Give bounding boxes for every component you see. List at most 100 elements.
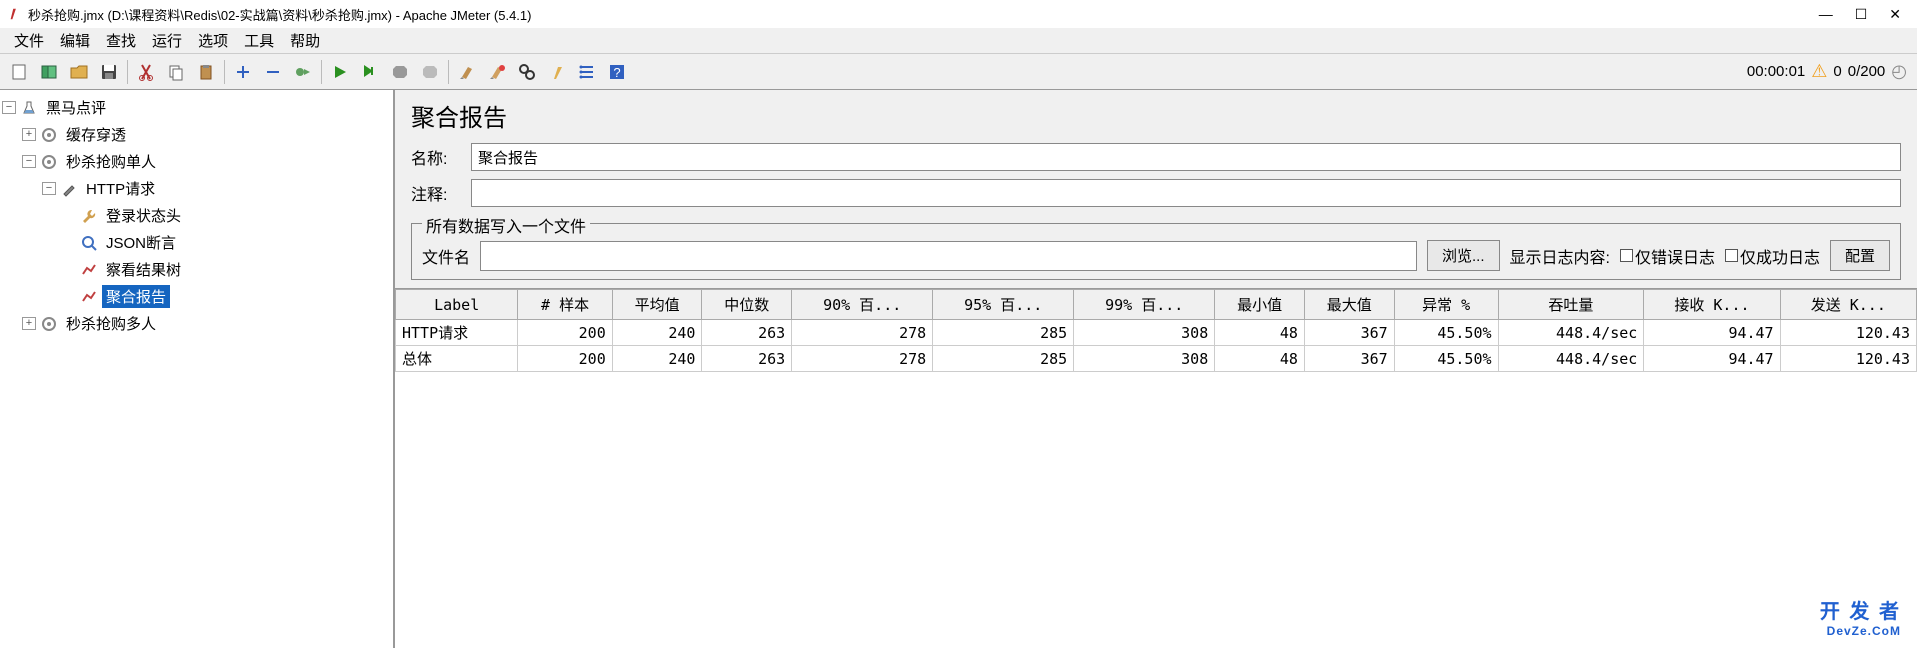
content-pane: 聚合报告 名称: 注释: 所有数据写入一个文件 文件名 浏览... 显示日志内容… — [395, 90, 1917, 648]
name-input[interactable] — [471, 143, 1901, 171]
gear-icon — [40, 315, 58, 333]
expand-toggle-icon[interactable]: + — [22, 128, 36, 141]
col-p90[interactable]: 90% 百... — [792, 290, 933, 320]
reset-search-icon[interactable] — [543, 58, 571, 86]
expand-toggle-icon[interactable]: + — [22, 317, 36, 330]
menu-tools[interactable]: 工具 — [236, 28, 282, 53]
menu-run[interactable]: 运行 — [144, 28, 190, 53]
tree-view-results[interactable]: 察看结果树 — [2, 256, 391, 283]
content-header: 聚合报告 名称: 注释: — [395, 90, 1917, 219]
table-cell: 285 — [933, 346, 1074, 372]
tree-http-req[interactable]: − HTTP请求 — [2, 175, 391, 202]
tree-aggregate-label: 聚合报告 — [102, 285, 170, 308]
clear-icon[interactable] — [453, 58, 481, 86]
col-p95[interactable]: 95% 百... — [933, 290, 1074, 320]
col-p99[interactable]: 99% 百... — [1074, 290, 1215, 320]
flask-icon — [20, 99, 38, 117]
menu-help[interactable]: 帮助 — [282, 28, 328, 53]
col-label[interactable]: Label — [396, 290, 518, 320]
templates-icon[interactable] — [35, 58, 63, 86]
gear-icon — [40, 153, 58, 171]
config-button[interactable]: 配置 — [1830, 240, 1890, 271]
comment-input[interactable] — [471, 179, 1901, 207]
gear-icon — [40, 126, 58, 144]
only-error-checkbox[interactable]: 仅错误日志 — [1620, 244, 1715, 268]
save-icon[interactable] — [95, 58, 123, 86]
table-row[interactable]: 总体2002402632782853084836745.50%448.4/sec… — [396, 346, 1917, 372]
table-cell: 278 — [792, 320, 933, 346]
clear-all-icon[interactable] — [483, 58, 511, 86]
tree-seckill-multi[interactable]: + 秒杀抢购多人 — [2, 310, 391, 337]
filename-label: 文件名 — [422, 244, 470, 268]
file-section: 所有数据写入一个文件 文件名 浏览... 显示日志内容: 仅错误日志 仅成功日志… — [411, 223, 1901, 280]
col-median[interactable]: 中位数 — [702, 290, 792, 320]
warning-icon[interactable]: ⚠ — [1811, 61, 1827, 82]
table-cell: 308 — [1074, 320, 1215, 346]
col-recv[interactable]: 接收 K... — [1644, 290, 1780, 320]
collapse-toggle-icon[interactable]: − — [2, 101, 16, 114]
table-cell: 94.47 — [1644, 320, 1780, 346]
menu-file[interactable]: 文件 — [6, 28, 52, 53]
toggle-icon[interactable] — [289, 58, 317, 86]
search-tool-icon[interactable] — [513, 58, 541, 86]
col-sent[interactable]: 发送 K... — [1780, 290, 1916, 320]
browse-button[interactable]: 浏览... — [1427, 240, 1500, 271]
tree-json-assert-label: JSON断言 — [102, 231, 180, 254]
tree-cache[interactable]: + 缓存穿透 — [2, 121, 391, 148]
tree-seckill-single[interactable]: − 秒杀抢购单人 — [2, 148, 391, 175]
stop-icon[interactable] — [386, 58, 414, 86]
col-avg[interactable]: 平均值 — [612, 290, 702, 320]
new-icon[interactable] — [5, 58, 33, 86]
tree-aggregate[interactable]: 聚合报告 — [2, 283, 391, 310]
filename-input[interactable] — [480, 241, 1417, 271]
collapse-toggle-icon[interactable]: − — [42, 182, 56, 195]
comment-label: 注释: — [411, 181, 471, 205]
only-success-checkbox[interactable]: 仅成功日志 — [1725, 244, 1820, 268]
col-throughput[interactable]: 吞吐量 — [1498, 290, 1644, 320]
col-min[interactable]: 最小值 — [1215, 290, 1305, 320]
shutdown-icon[interactable] — [416, 58, 444, 86]
tree-login-header[interactable]: 登录状态头 — [2, 202, 391, 229]
elapsed-time: 00:00:01 — [1747, 63, 1805, 80]
chart-icon — [80, 261, 98, 279]
menu-edit[interactable]: 编辑 — [52, 28, 98, 53]
start-no-pause-icon[interactable] — [356, 58, 384, 86]
paste-icon[interactable] — [192, 58, 220, 86]
menu-options[interactable]: 选项 — [190, 28, 236, 53]
table-cell: 263 — [702, 346, 792, 372]
test-plan-tree[interactable]: − 黑马点评 + 缓存穿透 − 秒杀抢购单人 − HTTP请求 登录状态头 JS — [0, 90, 395, 648]
checkbox-icon — [1620, 249, 1633, 262]
col-samples[interactable]: # 样本 — [518, 290, 612, 320]
cut-icon[interactable] — [132, 58, 160, 86]
tree-http-req-label: HTTP请求 — [82, 177, 159, 200]
table-cell: 308 — [1074, 346, 1215, 372]
collapse-toggle-icon[interactable]: − — [22, 155, 36, 168]
col-error[interactable]: 异常 % — [1394, 290, 1498, 320]
function-helper-icon[interactable] — [573, 58, 601, 86]
table-cell: 120.43 — [1780, 320, 1916, 346]
collapse-icon[interactable] — [259, 58, 287, 86]
titlebar: 秒杀抢购.jmx (D:\课程资料\Redis\02-实战篇\资料\秒杀抢购.j… — [0, 0, 1917, 28]
help-tool-icon[interactable]: ? — [603, 58, 631, 86]
tree-root[interactable]: − 黑马点评 — [2, 94, 391, 121]
table-cell: 448.4/sec — [1498, 346, 1644, 372]
table-cell: 94.47 — [1644, 346, 1780, 372]
open-icon[interactable] — [65, 58, 93, 86]
close-button[interactable]: ✕ — [1889, 6, 1901, 23]
panel-title: 聚合报告 — [411, 98, 1901, 133]
expand-icon[interactable] — [229, 58, 257, 86]
table-cell: 240 — [612, 346, 702, 372]
watermark: 开 发 者 DevZe.CoM — [1820, 595, 1901, 638]
minimize-button[interactable]: — — [1819, 6, 1833, 23]
menu-search[interactable]: 查找 — [98, 28, 144, 53]
tree-json-assert[interactable]: JSON断言 — [2, 229, 391, 256]
table-cell: 48 — [1215, 346, 1305, 372]
start-icon[interactable] — [326, 58, 354, 86]
table-row[interactable]: HTTP请求2002402632782853084836745.50%448.4… — [396, 320, 1917, 346]
results-table[interactable]: Label # 样本 平均值 中位数 90% 百... 95% 百... 99%… — [395, 288, 1917, 648]
maximize-button[interactable]: ☐ — [1855, 6, 1868, 23]
table-cell: 367 — [1304, 346, 1394, 372]
copy-icon[interactable] — [162, 58, 190, 86]
checkbox-icon — [1725, 249, 1738, 262]
col-max[interactable]: 最大值 — [1304, 290, 1394, 320]
